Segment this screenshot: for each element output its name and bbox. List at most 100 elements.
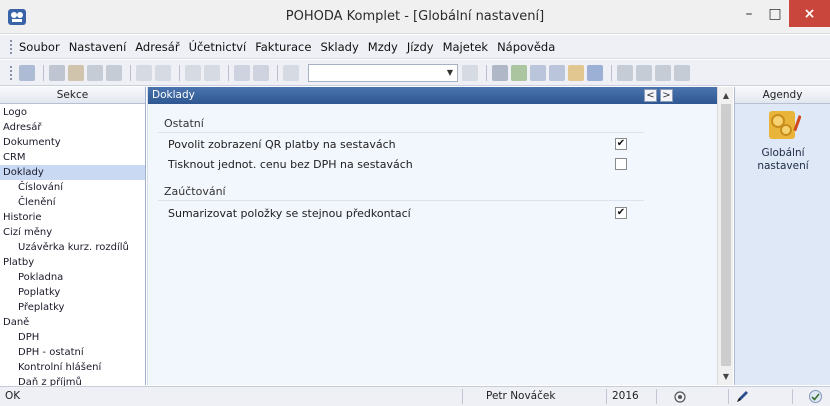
sekce-item-pokladna[interactable]: Pokladna — [0, 270, 145, 285]
toolbar-preview-icon[interactable] — [106, 64, 122, 81]
toolbar-folder-icon[interactable] — [492, 64, 508, 81]
sekce-item-poplatky[interactable]: Poplatky — [0, 285, 145, 300]
sekce-item-logo[interactable]: Logo — [0, 105, 145, 120]
toolbar-table-icon[interactable] — [655, 64, 671, 81]
menu-sklady[interactable]: Sklady — [320, 40, 358, 54]
copyright-icon — [674, 391, 686, 403]
sekce-item-uzaverka[interactable]: Uzávěrka kurz. rozdílů — [0, 240, 145, 255]
toolbar-ean-icon[interactable] — [587, 64, 603, 81]
toolbar-people-icon[interactable] — [568, 64, 584, 81]
toolbar-combo[interactable]: ▼ — [308, 63, 458, 82]
toolbar-grid-icon[interactable] — [636, 64, 652, 81]
menu-jizdy[interactable]: Jízdy — [407, 40, 434, 54]
sekce-item-cleneni[interactable]: Členění — [0, 195, 145, 210]
menu-mzdy[interactable]: Mzdy — [368, 40, 398, 54]
option-sumarizovat-checkbox[interactable]: ✔ — [615, 207, 627, 219]
menu-napoveda[interactable]: Nápověda — [497, 40, 555, 54]
sekce-item-platby[interactable]: Platby — [0, 255, 145, 270]
toolbar-save-all-icon[interactable] — [253, 64, 269, 81]
window-title: POHODA Komplet - [Globální nastavení] — [285, 9, 545, 24]
status-separator — [462, 389, 463, 404]
toolbar-check-icon[interactable] — [155, 64, 171, 81]
sekce-item-historie[interactable]: Historie — [0, 210, 145, 225]
sekce-item-preplatky[interactable]: Přeplatky — [0, 300, 145, 315]
menu-bar: Soubor Nastavení Adresář Účetnictví Fakt… — [0, 35, 830, 59]
toolbar-copy-icon[interactable] — [283, 64, 299, 81]
toolbar-separator — [130, 64, 131, 81]
status-message: OK — [5, 390, 21, 402]
toolbar-calc-icon[interactable] — [530, 64, 546, 81]
sekce-item-cizi-meny[interactable]: Cizí měny — [0, 225, 145, 240]
toolbar-back-icon[interactable] — [185, 64, 201, 81]
scroll-down-icon[interactable]: ▼ — [718, 369, 734, 384]
scroll-thumb[interactable] — [721, 104, 731, 366]
toolbar-new-icon[interactable] — [136, 64, 152, 81]
sekce-panel: Sekce Logo Adresář Dokumenty CRM Doklady… — [0, 87, 146, 388]
toolbar-separator — [228, 64, 229, 81]
menu-ucetnictvi[interactable]: Účetnictví — [189, 40, 247, 54]
toolbar-green-icon[interactable] — [511, 64, 527, 81]
sekce-item-dane[interactable]: Daně — [0, 315, 145, 330]
scroll-up-icon[interactable]: ▲ — [718, 88, 734, 103]
toolbar-separator — [43, 64, 44, 81]
menu-adresar[interactable]: Adresář — [135, 40, 179, 54]
sekce-item-crm[interactable]: CRM — [0, 150, 145, 165]
toolbar-record-icon[interactable] — [19, 64, 35, 81]
sekce-item-dph-ostatni[interactable]: DPH - ostatní — [0, 345, 145, 360]
toolbar-filter-icon[interactable] — [462, 64, 478, 81]
toolbar-help-icon[interactable] — [674, 64, 690, 81]
toolbar-list-icon[interactable] — [617, 64, 633, 81]
status-year: 2016 — [612, 390, 639, 402]
agenda-globalni-nastaveni[interactable]: Globální nastavení — [735, 107, 830, 177]
agenda-label-line1: Globální — [761, 147, 805, 159]
menu-soubor[interactable]: Soubor — [19, 40, 60, 54]
menu-majetek[interactable]: Majetek — [443, 40, 488, 54]
toolbar-grip-icon[interactable] — [10, 65, 13, 80]
menu-fakturace[interactable]: Fakturace — [255, 40, 311, 54]
vertical-scrollbar[interactable]: ▲ ▼ — [717, 87, 733, 385]
sekce-list: Logo Adresář Dokumenty CRM Doklady Číslo… — [0, 104, 145, 390]
agenda-label: Globální nastavení — [735, 147, 830, 173]
agendy-panel: Agendy Globální nastavení — [734, 87, 830, 385]
option-jednot-cena-checkbox[interactable] — [615, 158, 627, 170]
sekce-header: Sekce — [0, 87, 145, 104]
next-section-button[interactable]: > — [660, 89, 673, 102]
option-qr-platby-label: Povolit zobrazení QR platby na sestavách — [168, 138, 396, 151]
status-separator — [656, 389, 657, 404]
status-separator — [728, 389, 729, 404]
option-sumarizovat-label: Sumarizovat položky se stejnou předkonta… — [168, 207, 411, 220]
toolbar-forward-icon[interactable] — [204, 64, 220, 81]
toolbar-print-icon[interactable] — [87, 64, 103, 81]
option-jednot-cena-label: Tisknout jednot. cenu bez DPH na sestavá… — [168, 158, 413, 171]
sekce-item-dph[interactable]: DPH — [0, 330, 145, 345]
pen-icon[interactable] — [735, 389, 750, 404]
menu-grip-icon[interactable] — [10, 39, 13, 54]
panel-title: Doklady — [152, 89, 195, 101]
close-button[interactable]: × — [789, 0, 830, 27]
menu-nastaveni[interactable]: Nastavení — [69, 40, 127, 54]
toolbar-separator — [611, 64, 612, 81]
toolbar: ▼ — [0, 60, 830, 86]
panel-header: Doklady < > — [148, 87, 717, 104]
toolbar-find-icon[interactable] — [68, 64, 84, 81]
toolbar-edit-icon[interactable] — [49, 64, 65, 81]
settings-gears-icon — [769, 111, 801, 139]
toolbar-separator — [486, 64, 487, 81]
toolbar-save-icon[interactable] — [234, 64, 250, 81]
sekce-item-doklady[interactable]: Doklady — [0, 165, 145, 180]
status-ok-icon[interactable] — [808, 389, 823, 404]
sekce-item-dokumenty[interactable]: Dokumenty — [0, 135, 145, 150]
toolbar-separator — [179, 64, 180, 81]
group-title-zauctovani: Zaúčtování — [164, 185, 226, 198]
option-qr-platby-checkbox[interactable]: ✔ — [615, 138, 627, 150]
maximize-button[interactable]: □ — [764, 0, 786, 27]
status-bar: OK Petr Nováček 2016 — [0, 386, 830, 406]
sekce-item-cislovani[interactable]: Číslování — [0, 180, 145, 195]
title-bar: POHODA Komplet - [Globální nastavení] – … — [0, 0, 830, 34]
minimize-button[interactable]: – — [738, 0, 760, 27]
prev-section-button[interactable]: < — [644, 89, 657, 102]
chevron-down-icon[interactable]: ▼ — [443, 65, 457, 81]
sekce-item-adresar[interactable]: Adresář — [0, 120, 145, 135]
toolbar-doc-icon[interactable] — [549, 64, 565, 81]
sekce-item-kontrolni-hlaseni[interactable]: Kontrolní hlášení — [0, 360, 145, 375]
